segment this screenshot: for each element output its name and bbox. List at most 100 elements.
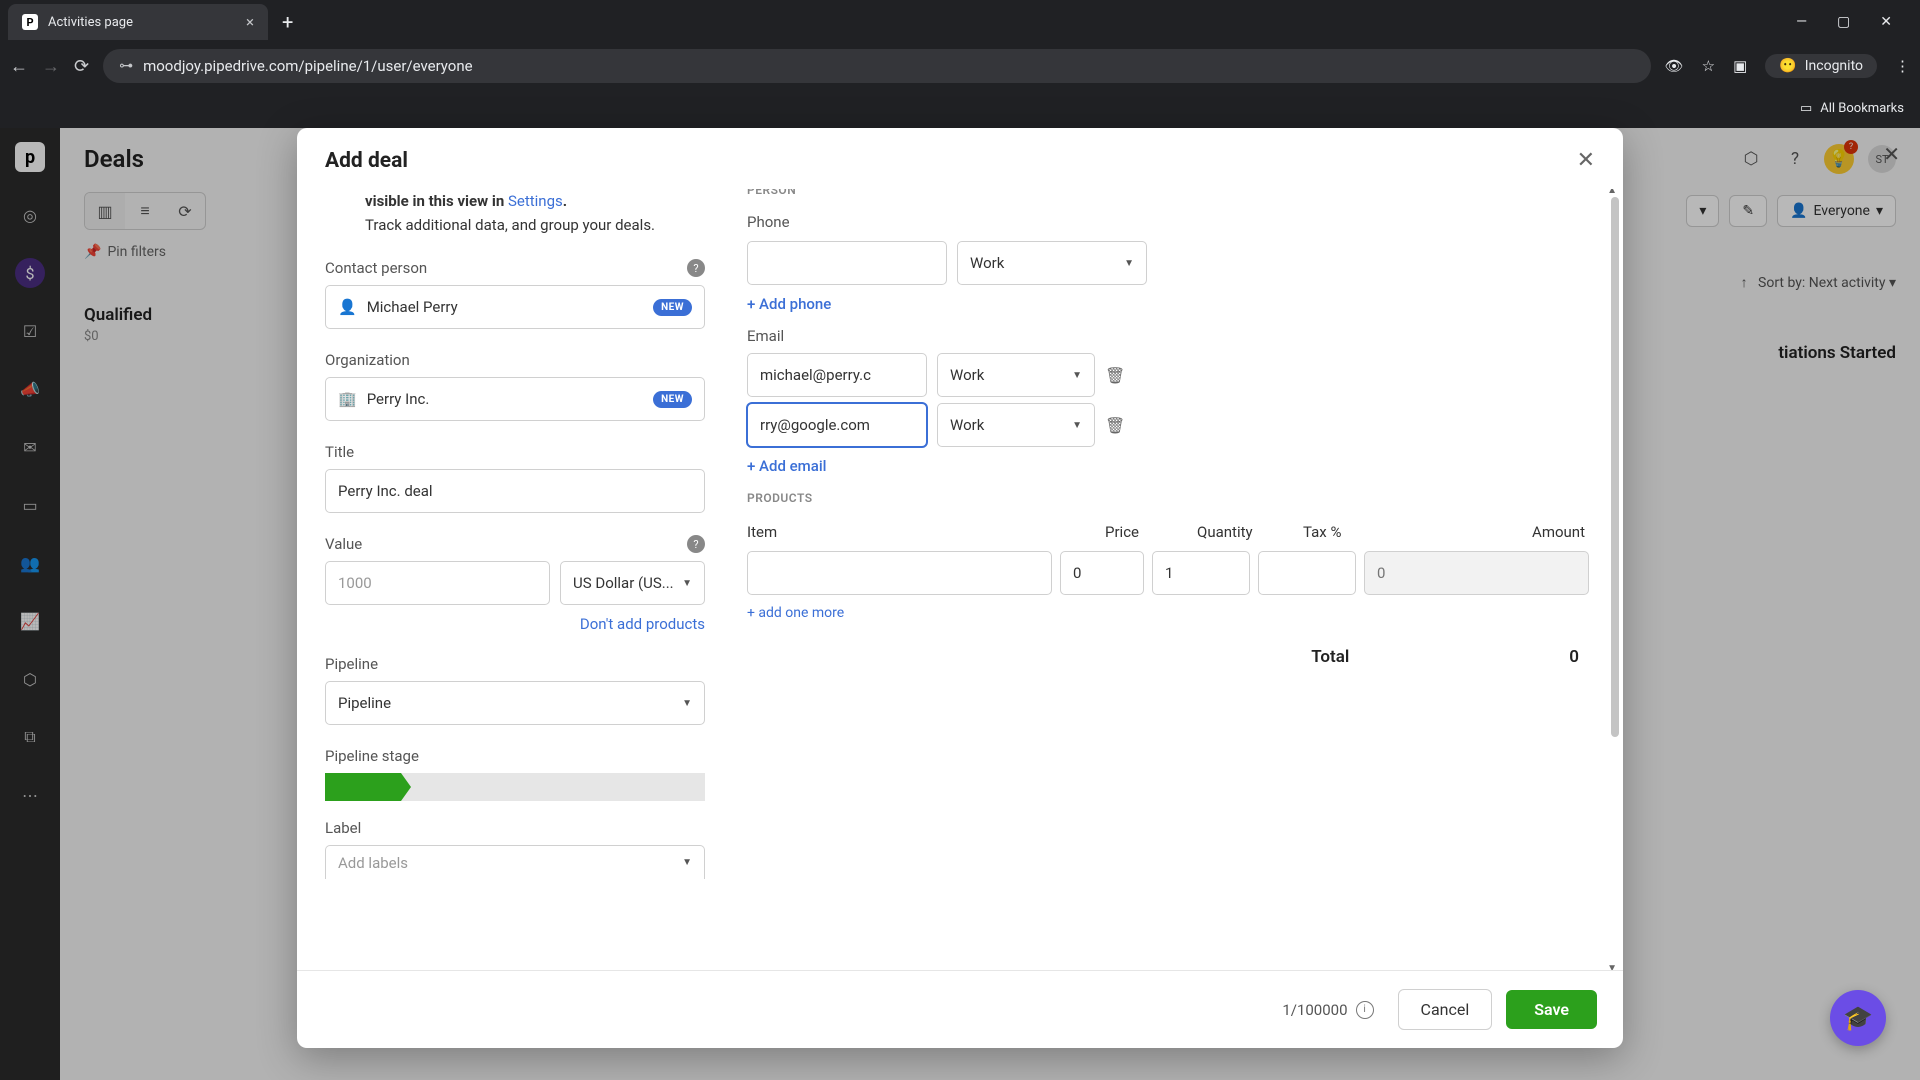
value-field: Value ? US Dollar (US... ▼ Don't add pro… <box>325 535 705 633</box>
info-line2: Track additional data, and group your de… <box>365 213 705 237</box>
bookmarks-bar: ▭ All Bookmarks <box>0 88 1920 128</box>
modal-footer: 1/100000 i Cancel Save <box>297 970 1623 1048</box>
dont-add-products-link[interactable]: Don't add products <box>325 615 705 633</box>
chevron-down-icon: ▼ <box>1072 370 1082 381</box>
email-2-type-select[interactable]: Work ▼ <box>937 403 1095 447</box>
phone-input[interactable] <box>747 241 947 285</box>
title-label: Title <box>325 443 354 461</box>
email-2-value[interactable] <box>760 416 959 434</box>
close-icon[interactable]: ✕ <box>1577 148 1595 173</box>
save-button[interactable]: Save <box>1506 990 1597 1029</box>
pipeline-value: Pipeline <box>338 694 391 712</box>
phone-field: Phone Work ▼ + Add phone <box>747 213 1589 313</box>
close-window-icon[interactable]: ✕ <box>1880 14 1892 30</box>
pipeline-select[interactable]: Pipeline ▼ <box>325 681 705 725</box>
phone-value[interactable] <box>760 254 959 272</box>
col-item: Item <box>747 523 1105 541</box>
incognito-label: Incognito <box>1805 58 1863 74</box>
tab-bar: P Activities page × + — ▢ ✕ <box>0 0 1920 44</box>
organization-value[interactable] <box>367 390 643 408</box>
label-placeholder: Add labels <box>338 854 408 872</box>
stage-5[interactable] <box>629 773 705 801</box>
favicon-icon: P <box>22 14 38 30</box>
label-field: Label Add labels ▼ <box>325 819 705 879</box>
pipeline-stage-label: Pipeline stage <box>325 747 419 765</box>
scroll-up-icon[interactable]: ▲ <box>1607 189 1617 196</box>
incognito-icon: 😶 <box>1779 58 1796 74</box>
info-icon[interactable]: i <box>1356 1001 1374 1019</box>
add-email-link[interactable]: + Add email <box>747 457 826 475</box>
new-tab-button[interactable]: + <box>276 10 299 34</box>
col-amount: Amount <box>1409 523 1589 541</box>
product-row <box>747 551 1589 595</box>
product-qty-input[interactable] <box>1152 551 1250 595</box>
help-fab[interactable]: 🎓 <box>1830 990 1886 1046</box>
email-1-type-select[interactable]: Work ▼ <box>937 353 1095 397</box>
stage-1[interactable] <box>325 773 401 801</box>
title-value[interactable] <box>338 482 692 500</box>
panel-icon[interactable]: ▣ <box>1733 57 1747 75</box>
label-select[interactable]: Add labels ▼ <box>325 845 705 879</box>
bookmarks-folder-icon[interactable]: ▭ <box>1800 101 1812 116</box>
email-1-input[interactable] <box>747 353 927 397</box>
scrollbar[interactable]: ▲ ▼ <box>1609 189 1619 970</box>
scroll-down-icon[interactable]: ▼ <box>1607 963 1617 970</box>
product-tax-input[interactable] <box>1258 551 1356 595</box>
eye-off-icon[interactable]: 👁 <box>1665 57 1684 75</box>
email-2-input[interactable] <box>747 403 927 447</box>
info-box: visible in this view in Settings. Track … <box>325 189 705 237</box>
product-item-input[interactable] <box>747 551 1052 595</box>
count-text: 1/100000 <box>1282 1001 1347 1019</box>
info-prefix: visible in this view in <box>365 192 508 210</box>
add-one-more-link[interactable]: + add one more <box>747 605 844 621</box>
site-info-icon[interactable]: ⊶ <box>119 58 133 74</box>
all-bookmarks-label[interactable]: All Bookmarks <box>1820 101 1904 116</box>
reload-icon[interactable]: ⟳ <box>74 56 89 77</box>
product-price-input[interactable] <box>1060 551 1144 595</box>
contact-person-label: Contact person <box>325 259 427 277</box>
url-text: moodjoy.pipedrive.com/pipeline/1/user/ev… <box>143 57 473 75</box>
url-bar[interactable]: ⊶ moodjoy.pipedrive.com/pipeline/1/user/… <box>103 49 1651 83</box>
currency-select[interactable]: US Dollar (US... ▼ <box>560 561 705 605</box>
bookmark-star-icon[interactable]: ☆ <box>1702 57 1715 75</box>
contact-person-input[interactable]: 👤 NEW <box>325 285 705 329</box>
total-row: Total 0 <box>747 647 1589 667</box>
forward-icon: → <box>42 56 60 77</box>
scroll-thumb[interactable] <box>1611 197 1619 737</box>
maximize-icon[interactable]: ▢ <box>1837 14 1850 30</box>
value-amount[interactable] <box>338 574 537 592</box>
organization-input[interactable]: 🏢 NEW <box>325 377 705 421</box>
back-icon[interactable]: ← <box>10 56 28 77</box>
browser-tab[interactable]: P Activities page × <box>8 4 268 40</box>
help-icon[interactable]: ? <box>687 259 705 277</box>
phone-type-select[interactable]: Work ▼ <box>957 241 1147 285</box>
tab-close-icon[interactable]: × <box>246 13 254 31</box>
minimize-icon[interactable]: — <box>1796 14 1807 30</box>
pipeline-stages[interactable] <box>325 773 705 801</box>
person-section-label: PERSON <box>747 189 1589 197</box>
stage-2[interactable] <box>401 773 477 801</box>
menu-icon[interactable]: ⋮ <box>1895 57 1910 75</box>
trash-icon[interactable]: 🗑 <box>1105 416 1125 435</box>
add-phone-link[interactable]: + Add phone <box>747 295 831 313</box>
stage-3[interactable] <box>477 773 553 801</box>
settings-link[interactable]: Settings <box>508 192 563 210</box>
incognito-badge[interactable]: 😶 Incognito <box>1765 54 1877 78</box>
value-input[interactable] <box>325 561 550 605</box>
phone-type-value: Work <box>970 254 1004 272</box>
total-label: Total <box>1311 647 1349 667</box>
contact-person-value[interactable] <box>367 298 643 316</box>
stage-4[interactable] <box>553 773 629 801</box>
pipeline-stage-field: Pipeline stage <box>325 747 705 801</box>
email-1-value[interactable] <box>760 366 959 384</box>
toolbar-extras: 👁 ☆ ▣ 😶 Incognito ⋮ <box>1665 54 1910 78</box>
title-field: Title <box>325 443 705 513</box>
col-price: Price <box>1105 523 1197 541</box>
new-badge: NEW <box>653 391 692 408</box>
total-value: 0 <box>1569 647 1579 667</box>
title-input[interactable] <box>325 469 705 513</box>
cancel-button[interactable]: Cancel <box>1398 989 1493 1030</box>
email-2-type-value: Work <box>950 416 984 434</box>
help-icon[interactable]: ? <box>687 535 705 553</box>
trash-icon[interactable]: 🗑 <box>1105 366 1125 385</box>
